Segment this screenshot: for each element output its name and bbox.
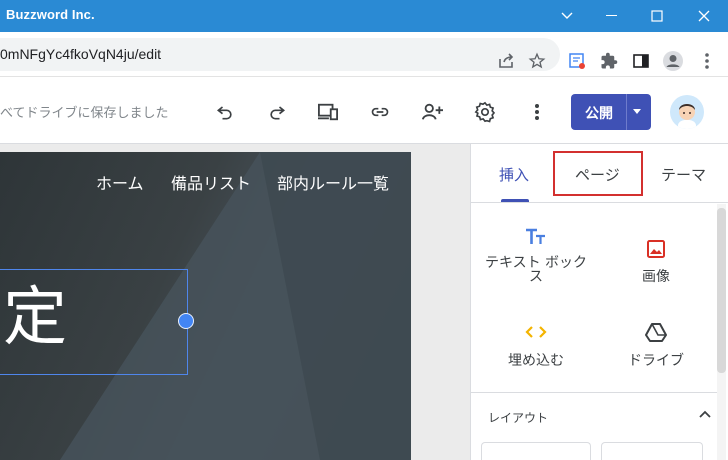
highlight-box bbox=[553, 151, 643, 196]
chevron-down-icon bbox=[561, 12, 573, 19]
person-add-icon bbox=[421, 103, 443, 120]
profile-icon bbox=[663, 51, 683, 71]
insert-image[interactable]: 画像 bbox=[601, 240, 711, 284]
panel-scrollbar[interactable] bbox=[717, 204, 726, 460]
text-box-icon bbox=[526, 228, 545, 244]
star-icon bbox=[528, 52, 546, 69]
share-with-others-button[interactable] bbox=[419, 99, 445, 125]
side-panel-icon bbox=[633, 54, 649, 68]
redo-icon bbox=[270, 106, 286, 120]
share-icon bbox=[499, 53, 514, 68]
more-vert-icon bbox=[535, 104, 539, 120]
layout-section-divider bbox=[471, 392, 719, 393]
bookmark-button[interactable] bbox=[525, 49, 549, 73]
gear-icon bbox=[474, 101, 496, 123]
embed-icon bbox=[525, 326, 547, 338]
preview-button[interactable] bbox=[315, 99, 341, 125]
chevron-up-icon[interactable] bbox=[699, 410, 711, 418]
more-vert-icon bbox=[705, 53, 709, 69]
publish-menu-icon[interactable] bbox=[633, 109, 641, 114]
puzzle-icon bbox=[601, 52, 618, 69]
link-icon bbox=[371, 107, 389, 117]
side-panel-button[interactable] bbox=[629, 49, 653, 73]
window-title: Buzzword Inc. bbox=[6, 7, 95, 22]
extension-button[interactable] bbox=[565, 49, 589, 73]
extension-page-icon bbox=[569, 53, 585, 69]
close-icon bbox=[698, 10, 710, 22]
undo-icon bbox=[216, 106, 232, 120]
user-avatar-icon bbox=[670, 95, 704, 129]
image-icon bbox=[647, 240, 665, 258]
panel-scroll-thumb[interactable] bbox=[717, 208, 726, 373]
tabs-divider bbox=[471, 202, 728, 203]
editor-toolbar: べてドライブに保存しました 公開 bbox=[0, 78, 728, 144]
site-header-banner[interactable]: ホーム 備品リスト 部内ルール一覧 定 bbox=[0, 152, 411, 460]
avatar[interactable] bbox=[670, 95, 704, 129]
layout-section-label: レイアウト bbox=[488, 411, 549, 425]
save-status: べてドライブに保存しました bbox=[0, 106, 169, 121]
browser-menu-button[interactable] bbox=[695, 49, 719, 73]
address-bar[interactable]: 0mNFgYc4fkoVqN4ju/edit bbox=[0, 38, 560, 71]
window-menu-button[interactable] bbox=[545, 0, 589, 32]
copy-link-button[interactable] bbox=[367, 99, 393, 125]
maximize-button[interactable] bbox=[635, 0, 679, 32]
window-titlebar: Buzzword Inc. bbox=[0, 0, 728, 32]
site-nav-rules[interactable]: 部内ルール一覧 bbox=[277, 170, 389, 194]
minimize-button[interactable] bbox=[590, 0, 634, 32]
insert-embed-label: 埋め込む bbox=[508, 353, 564, 369]
insert-drive-label: ドライブ bbox=[628, 353, 684, 369]
site-nav-home[interactable]: ホーム bbox=[96, 170, 144, 194]
settings-button[interactable] bbox=[472, 99, 498, 125]
devices-icon bbox=[317, 103, 338, 121]
layout-option[interactable] bbox=[481, 442, 591, 460]
redo-button[interactable] bbox=[264, 99, 290, 125]
insert-text-box-label: テキスト ボック bbox=[484, 255, 588, 271]
site-nav-equipment[interactable]: 備品リスト bbox=[171, 170, 251, 194]
insert-text-box[interactable]: テキスト ボック ス bbox=[481, 228, 591, 284]
undo-button[interactable] bbox=[212, 99, 238, 125]
extensions-menu-button[interactable] bbox=[597, 49, 621, 73]
url-text: 0mNFgYc4fkoVqN4ju/edit bbox=[0, 46, 162, 62]
tab-insert[interactable]: 挿入 bbox=[499, 164, 529, 185]
insert-text-box-label-2: ス bbox=[529, 269, 543, 285]
browser-toolbar: 0mNFgYc4fkoVqN4ju/edit bbox=[0, 32, 728, 77]
maximize-icon bbox=[651, 10, 663, 22]
publish-label: 公開 bbox=[585, 106, 613, 122]
insert-embed[interactable]: 埋め込む bbox=[481, 324, 591, 368]
tab-themes[interactable]: テーマ bbox=[661, 164, 706, 185]
minimize-icon bbox=[606, 15, 617, 16]
resize-handle[interactable] bbox=[178, 313, 194, 329]
publish-button[interactable]: 公開 bbox=[571, 94, 651, 130]
share-button[interactable] bbox=[494, 49, 518, 73]
more-options-button[interactable] bbox=[524, 99, 550, 125]
publish-divider bbox=[626, 94, 627, 130]
site-title-text[interactable]: 定 bbox=[3, 278, 67, 358]
drive-icon bbox=[645, 323, 667, 342]
insert-drive[interactable]: ドライブ bbox=[601, 322, 711, 368]
layout-option[interactable] bbox=[601, 442, 703, 460]
site-title-textbox[interactable]: 定 bbox=[0, 269, 188, 375]
close-button[interactable] bbox=[682, 0, 726, 32]
insert-image-label: 画像 bbox=[642, 269, 670, 285]
profile-button[interactable] bbox=[661, 49, 685, 73]
